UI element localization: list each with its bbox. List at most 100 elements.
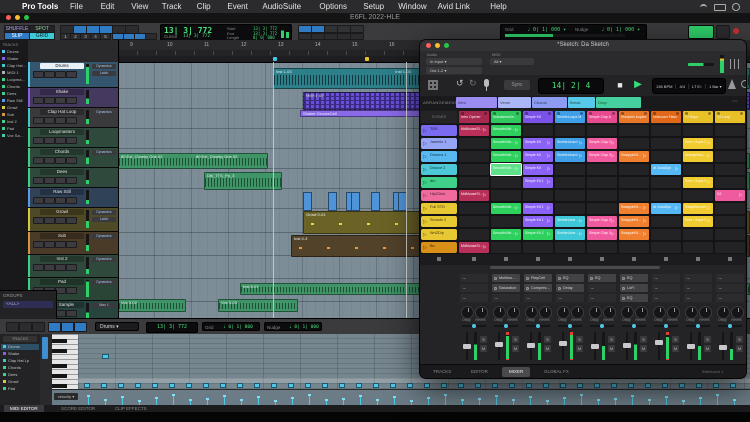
sidebar-track-item[interactable]: Sub — [1, 112, 27, 118]
track-column-header[interactable]: Rumpkin looped — [619, 111, 649, 123]
rec-button[interactable] — [33, 117, 44, 124]
arrangement-section-5[interactable]: Drop — [596, 97, 641, 108]
track-name[interactable]: Shake — [40, 89, 84, 95]
nudge-value[interactable]: ♩ 0| 1| 000 ▾ — [601, 27, 640, 33]
clip-play-icon[interactable]: ▷ — [483, 127, 486, 133]
track-name[interactable]: Pad — [40, 279, 84, 285]
clip-play-icon[interactable]: ▷ — [515, 231, 518, 237]
menu-item-options[interactable]: Options — [319, 2, 347, 11]
midi-note[interactable] — [339, 383, 345, 388]
solo-button[interactable]: S — [608, 336, 615, 343]
midi-note[interactable] — [322, 383, 328, 388]
velocity-stem[interactable] — [394, 397, 395, 405]
clip-slot[interactable] — [587, 242, 617, 253]
automation-chip[interactable]: Dynamics — [92, 110, 116, 115]
insert-slot[interactable]: LoFi — [620, 284, 648, 292]
fader-track[interactable] — [562, 332, 564, 360]
clip-play-icon[interactable]: ▷ — [611, 218, 614, 224]
clip-slot[interactable] — [491, 177, 521, 188]
sidebar-track-item[interactable]: Drums — [1, 49, 27, 55]
insert-slot[interactable] — [716, 284, 744, 292]
menu-item-event[interactable]: Event — [227, 2, 247, 11]
clip-play-icon[interactable]: ▷ — [547, 218, 550, 224]
insert-slot[interactable] — [652, 274, 680, 282]
solo-button[interactable] — [55, 97, 66, 104]
clip-play-icon[interactable]: ▷ — [515, 153, 518, 159]
automation-chip[interactable]: Latch — [92, 217, 116, 222]
velocity-stem[interactable] — [224, 396, 225, 405]
toolbar-button-a4[interactable] — [350, 25, 364, 33]
clip-slot[interactable] — [651, 242, 681, 253]
midi-note[interactable] — [135, 383, 141, 388]
clip-slot[interactable]: Simple Kit 2▷ — [523, 229, 553, 240]
automation-chip[interactable]: Dynamics — [92, 150, 116, 155]
input-button[interactable] — [44, 157, 55, 164]
piano-keys[interactable] — [52, 334, 79, 389]
toolbar-button-b3[interactable] — [337, 33, 351, 40]
piano-black-key[interactable] — [52, 364, 67, 368]
midi-note[interactable] — [186, 383, 192, 388]
pan-handle[interactable] — [536, 324, 540, 328]
tracks-sidebar[interactable]: TRACKSDrumsShakeClap Hat LpMIDI 1Loopmas… — [0, 40, 29, 290]
mute-button[interactable]: M — [640, 345, 647, 352]
insert-slot[interactable] — [556, 294, 584, 302]
clip-slot[interactable]: dr JodoDipr▷ — [651, 164, 681, 175]
clip-play-icon[interactable]: ▷ — [579, 218, 582, 224]
bpm-value[interactable]: 136 BPM — [653, 84, 676, 89]
velocity-stem[interactable] — [717, 395, 718, 405]
mute-button[interactable]: M — [736, 345, 743, 352]
clip-slot[interactable]: Simple Kit▷ — [523, 151, 553, 162]
velocity-dot[interactable] — [393, 396, 396, 398]
insert-slot[interactable] — [460, 294, 488, 302]
clip-slot[interactable]: Smn I Supa 2▷ — [683, 216, 713, 227]
input-button[interactable] — [44, 137, 55, 144]
midi-note[interactable] — [713, 383, 719, 388]
menu-item-avid-link[interactable]: Avid Link — [438, 2, 470, 11]
mute-button[interactable]: M — [512, 345, 519, 352]
velocity-dot[interactable] — [444, 394, 447, 396]
velocity-dot[interactable] — [563, 397, 566, 399]
undo-icon[interactable]: ↺ — [456, 78, 464, 89]
menu-item-clip[interactable]: Clip — [197, 2, 211, 11]
midi-note[interactable] — [475, 383, 481, 388]
midi-track-item[interactable]: Growl — [1, 379, 39, 385]
velocity-dot[interactable] — [614, 398, 617, 400]
sidebar-track-item[interactable]: Pad — [1, 126, 27, 132]
clip-slot[interactable]: Smn I Supa 2▷ — [683, 177, 713, 188]
velocity-dot[interactable] — [597, 399, 600, 401]
grid-value[interactable]: ♩ 0| 1| 000 ▾ — [527, 27, 566, 33]
solo-button[interactable] — [55, 71, 66, 78]
solo-button[interactable]: S — [512, 336, 519, 343]
settings-target-icon[interactable] — [741, 80, 746, 88]
velocity-dot[interactable] — [376, 399, 379, 401]
clip-slot[interactable] — [619, 138, 649, 149]
clip-slot[interactable] — [715, 242, 745, 253]
zoomer-tool-icon[interactable] — [32, 322, 45, 332]
insert-slot[interactable]: MultimoG… — [492, 274, 520, 282]
scene-launch-cell[interactable]: ▷HipCDub — [421, 190, 457, 201]
midi-note[interactable] — [645, 383, 651, 388]
clip-slot[interactable] — [491, 190, 521, 201]
menu-item-audiosuite[interactable]: AudioSuite — [262, 2, 301, 11]
solo-button[interactable]: S — [576, 336, 583, 343]
velocity-stem[interactable] — [700, 398, 701, 405]
velocity-stem[interactable] — [309, 395, 310, 405]
clip-slot[interactable]: SmoothVdblASh▷ — [491, 164, 521, 175]
track-mute-dot[interactable] — [612, 112, 615, 115]
audio-clip[interactable]: Vox 3-02 — [118, 299, 186, 312]
automation-chip[interactable]: Max 1 — [92, 303, 116, 308]
sketch-tab-mixer[interactable]: MIXER — [502, 367, 530, 377]
piano-black-key[interactable] — [52, 384, 67, 388]
clip-slot[interactable] — [619, 177, 649, 188]
sketch-tab-tracks[interactable]: TRACKS — [426, 367, 458, 377]
midi-track-item[interactable]: Chords — [1, 365, 39, 371]
velocity-stem[interactable] — [445, 395, 446, 405]
input-button[interactable] — [44, 217, 55, 224]
clip-slot[interactable] — [459, 177, 489, 188]
marker-icon[interactable] — [273, 57, 277, 61]
velocity-dot[interactable] — [87, 395, 90, 397]
clip-play-icon[interactable]: ▷ — [707, 179, 710, 185]
insert-slot[interactable] — [652, 294, 680, 302]
track-name[interactable]: Growl — [40, 209, 84, 215]
midi-note[interactable] — [560, 383, 566, 388]
